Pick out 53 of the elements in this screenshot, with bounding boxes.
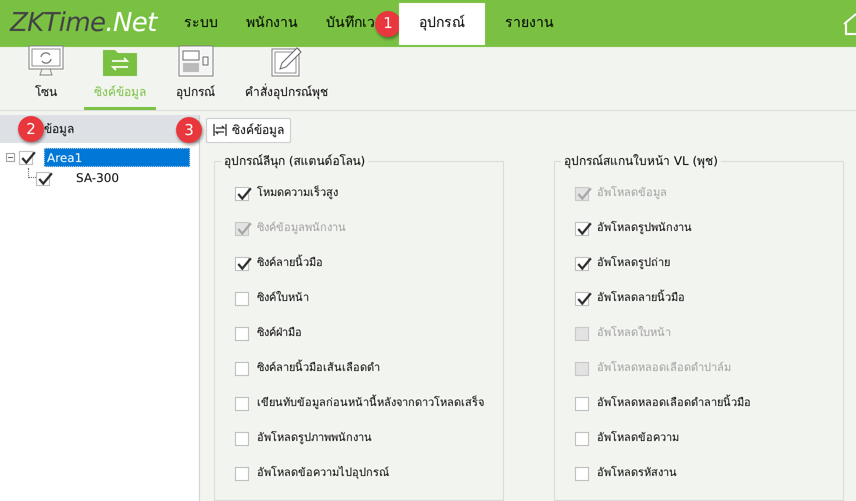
option-label: อัพโหลดหลอดเลือดดำปาล์ม	[597, 360, 731, 376]
option-label: อัพโหลดรูปภาพพนักงาน	[257, 430, 372, 446]
edit-icon	[270, 45, 302, 77]
checkbox[interactable]	[235, 466, 249, 480]
option-label: อัพโหลดข้อมูล	[597, 185, 667, 202]
nav-tab[interactable]: รายงาน	[491, 2, 568, 44]
tree-item[interactable]: SA-300	[76, 169, 120, 188]
checkbox[interactable]	[235, 186, 249, 200]
option-label: ซิงค์ฝ่ามือ	[257, 325, 302, 342]
monitor-icon	[28, 45, 64, 77]
checkbox[interactable]	[36, 172, 50, 186]
option-label: ซิงค์ลายนิ้วมือ	[257, 255, 323, 272]
nav-tab[interactable]: อุปกรณ์	[399, 2, 485, 44]
checkbox[interactable]	[235, 292, 249, 306]
sync-icon	[213, 123, 227, 137]
home-icon[interactable]	[842, 12, 856, 36]
checkbox[interactable]	[575, 292, 589, 306]
option-label: อัพโหลดข้อความไปอุปกรณ์	[257, 465, 389, 482]
option-label: อัพโหลดรูปถ่าย	[597, 255, 670, 272]
checkbox[interactable]	[575, 222, 589, 236]
group-title: อุปกรณ์ลีนุก (สแตนด์อโลน)	[221, 153, 368, 169]
checkbox[interactable]	[19, 150, 33, 164]
step-badge: 1	[375, 10, 401, 36]
checkbox[interactable]	[235, 256, 249, 270]
option-label: โหมดความเร็วสูง	[257, 185, 338, 202]
terminal-icon	[178, 45, 214, 77]
toolbar-tab[interactable]: โซน	[18, 41, 74, 110]
checkbox[interactable]	[235, 326, 249, 340]
option-label: อัพโหลดรูปพนักงาน	[597, 220, 692, 236]
checkbox[interactable]	[575, 432, 589, 446]
option-label: อัพโหลดใบหน้า	[597, 325, 671, 342]
option-label: อัพโหลดรหัสงาน	[597, 465, 677, 482]
step-badge: 2	[18, 116, 44, 142]
option-label: ซิงค์ใบหน้า	[257, 290, 309, 306]
checkbox[interactable]	[235, 396, 249, 410]
checkbox[interactable]	[235, 432, 249, 446]
checkbox[interactable]	[575, 466, 589, 480]
sync-button[interactable]: ซิงค์ข้อมูล	[206, 118, 291, 142]
logo: ZKTime.Net	[10, 7, 157, 40]
option-label: ซิงค์ลายนิ้วมือเส้นเลือดดำ	[257, 360, 380, 376]
group-title: อุปกรณ์สแกนใบหน้า VL (พุช)	[561, 153, 721, 169]
panel-title: ข้อมูล	[44, 121, 74, 138]
option-label: ซิงค์ข้อมูลพนักงาน	[257, 220, 346, 236]
checkbox[interactable]	[235, 362, 249, 376]
collapse-icon[interactable]	[6, 153, 15, 162]
tree-item[interactable]: Area1	[44, 148, 190, 167]
folder-icon	[102, 47, 138, 77]
option-label: อัพโหลดหลอดเลือดดำลายนิ้วมือ	[597, 395, 751, 412]
option-label: อัพโหลดข้อความ	[597, 430, 679, 446]
checkbox[interactable]	[575, 256, 589, 270]
option-label: เขียนทับข้อมูลก่อนหน้านี้หลังจากดาวโหลดเสร็จ	[257, 395, 484, 412]
checkbox[interactable]	[575, 396, 589, 410]
option-label: อัพโหลดลายนิ้วมือ	[597, 290, 685, 306]
